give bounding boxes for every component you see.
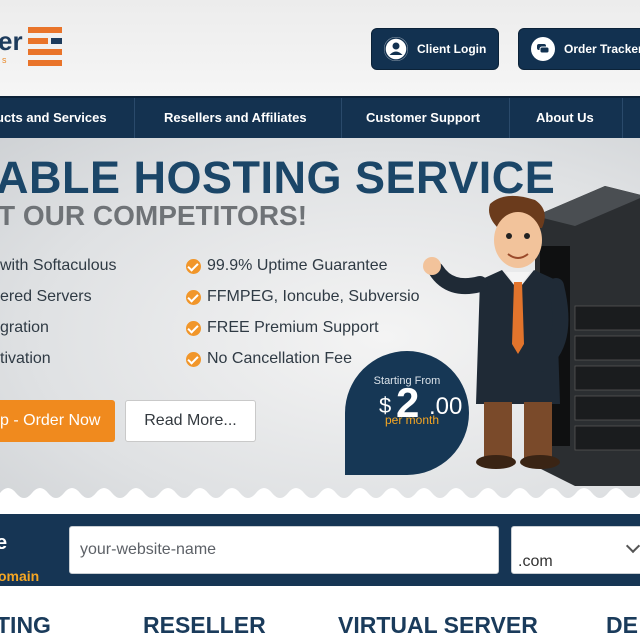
nav-item-products[interactable]: ucts and Services <box>0 98 107 138</box>
check-icon <box>186 352 201 367</box>
tld-selected-value: .com <box>518 553 553 570</box>
feature-item: tivation <box>0 350 51 367</box>
order-now-button[interactable]: p - Order Now <box>0 400 115 442</box>
hero-banner: ABLE HOSTING SERVICE T OUR COMPETITORS! … <box>0 138 640 503</box>
feature-item: FREE Premium Support <box>207 319 379 336</box>
client-login-label: Client Login <box>417 42 487 56</box>
site-header: er s Client Login Order Tracker <box>0 0 640 96</box>
logo-tagline: s <box>2 55 7 65</box>
product-tabs: TING RESELLER VIRTUAL SERVER DE <box>0 586 640 640</box>
main-nav: ucts and Services Resellers and Affiliat… <box>0 96 640 138</box>
tab-hosting[interactable]: TING <box>0 612 51 639</box>
domain-subtitle: omain <box>0 568 40 584</box>
logo-mark-icon[interactable] <box>28 27 62 67</box>
nav-divider <box>341 98 342 138</box>
order-tracker-label: Order Tracker <box>564 42 640 56</box>
domain-title: e <box>0 532 8 554</box>
check-icon <box>186 290 201 305</box>
domain-name-input[interactable] <box>69 526 499 574</box>
nav-divider <box>134 98 135 138</box>
feature-item: 99.9% Uptime Guarantee <box>207 257 388 274</box>
feature-item: No Cancellation Fee <box>207 350 352 367</box>
feature-item: ered Servers <box>0 288 92 305</box>
check-icon <box>186 259 201 274</box>
logo-text[interactable]: er <box>0 26 23 57</box>
tld-select[interactable]: .com <box>511 526 640 574</box>
tab-dedicated[interactable]: DE <box>606 612 638 639</box>
feature-item: FFMPEG, Ioncube, Subversio <box>207 288 420 305</box>
nav-item-resellers[interactable]: Resellers and Affiliates <box>164 98 307 138</box>
chat-icon <box>531 37 555 61</box>
check-icon <box>186 321 201 336</box>
order-tracker-button[interactable]: Order Tracker <box>518 28 640 70</box>
chevron-down-icon <box>625 538 640 554</box>
nav-divider <box>509 98 510 138</box>
price-period: per month <box>385 413 440 427</box>
wave-divider <box>0 488 640 503</box>
read-more-button[interactable]: Read More... <box>125 400 256 442</box>
nav-item-about[interactable]: About Us <box>536 98 594 138</box>
hero-subtitle: T OUR COMPETITORS! <box>0 200 308 231</box>
nav-divider <box>622 98 623 138</box>
feature-item: gration <box>0 319 49 336</box>
feature-item: with Softaculous <box>0 257 117 274</box>
user-icon <box>384 37 408 61</box>
page: er s Client Login Order Tracker ucts and… <box>0 0 640 640</box>
tab-reseller[interactable]: RESELLER <box>143 612 266 639</box>
nav-item-support[interactable]: Customer Support <box>366 98 480 138</box>
tab-virtual-server[interactable]: VIRTUAL SERVER <box>338 612 538 639</box>
price-badge: Starting From $ 2 .00 per month <box>345 351 469 475</box>
client-login-button[interactable]: Client Login <box>371 28 499 70</box>
